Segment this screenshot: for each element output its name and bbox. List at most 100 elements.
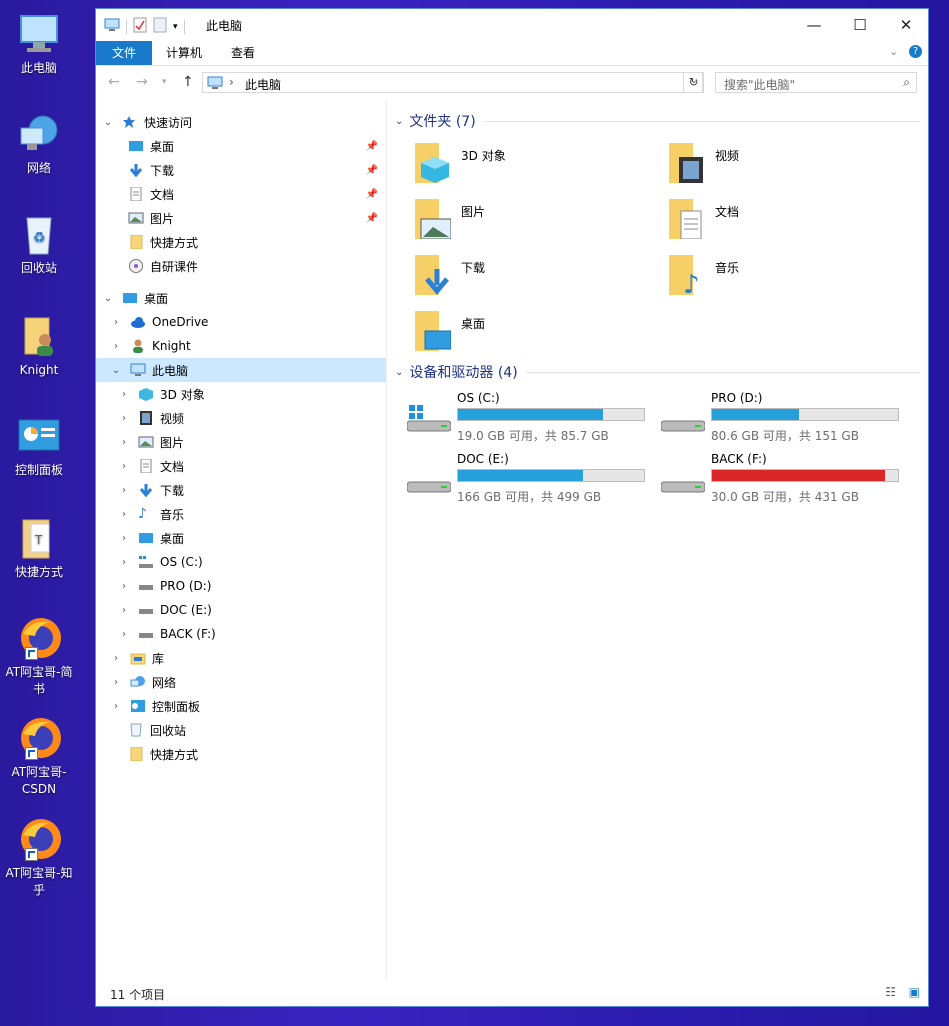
drives-group-header[interactable]: ⌄ 设备和驱动器 (4) — [395, 362, 920, 382]
nav-item-libraries[interactable]: › 库 — [96, 646, 386, 670]
desktop-icon-knight[interactable]: Knight — [0, 312, 78, 379]
nav-item-videos[interactable]: › 视频 — [96, 406, 386, 430]
nav-item-downloads-pinned[interactable]: 下载 📌 — [96, 158, 386, 182]
folder-tile-3d-objects[interactable]: 3D 对象 — [415, 143, 665, 193]
breadcrumb[interactable]: 此电脑 — [245, 76, 281, 93]
nav-item-desktop[interactable]: › 桌面 — [96, 526, 386, 550]
properties-icon[interactable] — [133, 17, 147, 36]
nav-item-recycle-bin[interactable]: 回收站 — [96, 718, 386, 742]
folder-tile-videos[interactable]: 视频 — [669, 143, 919, 193]
nav-item-music[interactable]: › ♪ 音乐 — [96, 502, 386, 526]
new-folder-icon[interactable] — [153, 17, 167, 36]
help-icon[interactable]: ? — [909, 45, 922, 58]
folder-tile-music[interactable]: ♪ 音乐 — [669, 255, 919, 305]
folder-icon — [128, 746, 144, 762]
refresh-button[interactable]: ↻ — [683, 72, 704, 93]
nav-quick-access[interactable]: ⌄ 快速访问 — [96, 110, 386, 134]
details-view-icon[interactable]: ☷ — [885, 985, 896, 999]
expanded-chevron-icon[interactable]: ⌄ — [395, 367, 403, 378]
tab-file[interactable]: 文件 — [96, 41, 152, 65]
nav-item-shortcut[interactable]: 快捷方式 — [96, 230, 386, 254]
desktop-icon-firefox-jianshu[interactable]: AT阿宝哥-简书 — [0, 614, 78, 698]
pin-icon[interactable]: 📌 — [366, 165, 378, 176]
nav-item-desktop-pinned[interactable]: 桌面 📌 — [96, 134, 386, 158]
nav-item-downloads[interactable]: › 下载 — [96, 478, 386, 502]
expanded-chevron-icon[interactable]: ⌄ — [395, 116, 403, 127]
collapsed-chevron-icon[interactable]: › — [118, 437, 130, 448]
collapsed-chevron-icon[interactable]: › — [118, 557, 130, 568]
collapsed-chevron-icon[interactable]: › — [110, 653, 122, 664]
nav-item-drive-e[interactable]: › DOC (E:) — [96, 598, 386, 622]
collapsed-chevron-icon[interactable]: › — [110, 677, 122, 688]
nav-desktop-root[interactable]: ⌄ 桌面 — [96, 286, 386, 310]
nav-item-drive-c[interactable]: › OS (C:) — [96, 550, 386, 574]
nav-item-onedrive[interactable]: › OneDrive — [96, 310, 386, 334]
folder-tile-pictures[interactable]: 图片 — [415, 199, 665, 249]
large-icons-view-icon[interactable]: ▣ — [909, 985, 920, 999]
desktop-icon-firefox-csdn[interactable]: AT阿宝哥-CSDN — [0, 714, 78, 798]
collapsed-chevron-icon[interactable]: › — [118, 389, 130, 400]
nav-label: 库 — [152, 651, 165, 666]
collapsed-chevron-icon[interactable]: › — [118, 605, 130, 616]
drive-tile-e[interactable]: DOC (E:) 166 GB 可用，共 499 GB — [407, 452, 657, 508]
tab-computer[interactable]: 计算机 — [152, 41, 216, 65]
forward-arrow-icon[interactable]: → — [136, 74, 148, 90]
folder-tile-downloads[interactable]: 下载 — [415, 255, 665, 305]
collapsed-chevron-icon[interactable]: › — [118, 629, 130, 640]
pin-icon[interactable]: 📌 — [366, 213, 378, 224]
folder-tile-desktop[interactable]: 桌面 — [415, 311, 665, 361]
nav-item-3d-objects[interactable]: › 3D 对象 — [96, 382, 386, 406]
expand-ribbon-icon[interactable]: ⌄ — [889, 45, 898, 58]
nav-item-pictures-pinned[interactable]: 图片 📌 — [96, 206, 386, 230]
folders-group-header[interactable]: ⌄ 文件夹 (7) — [395, 111, 920, 131]
nav-item-pictures[interactable]: › 图片 — [96, 430, 386, 454]
collapsed-chevron-icon[interactable]: › — [110, 701, 122, 712]
drive-tile-f[interactable]: BACK (F:) 30.0 GB 可用，共 431 GB — [661, 452, 911, 508]
drive-tile-c[interactable]: OS (C:) 19.0 GB 可用，共 85.7 GB — [407, 391, 657, 447]
search-input[interactable]: 搜索"此电脑" ⌕ — [715, 72, 917, 93]
nav-item-network[interactable]: › 网络 — [96, 670, 386, 694]
desktop-icon — [128, 139, 144, 153]
nav-item-drive-f[interactable]: › BACK (F:) — [96, 622, 386, 646]
collapsed-chevron-icon[interactable]: › — [110, 341, 122, 352]
nav-item-course[interactable]: 自研课件 — [96, 254, 386, 278]
collapsed-chevron-icon[interactable]: › — [118, 461, 130, 472]
nav-item-control-panel[interactable]: › 控制面板 — [96, 694, 386, 718]
nav-item-documents-pinned[interactable]: 文档 📌 — [96, 182, 386, 206]
folder-tile-documents[interactable]: 文档 — [669, 199, 919, 249]
pin-icon[interactable]: 📌 — [366, 141, 378, 152]
up-arrow-icon[interactable]: ↑ — [182, 74, 194, 90]
maximize-button[interactable]: ☐ — [837, 9, 883, 41]
pin-icon[interactable]: 📌 — [366, 189, 378, 200]
nav-item-documents[interactable]: › 文档 — [96, 454, 386, 478]
desktop-icon-this-pc[interactable]: 此电脑 — [0, 10, 78, 77]
desktop-icon-firefox-zhihu[interactable]: AT阿宝哥-知乎 — [0, 815, 78, 899]
desktop-icon-shortcut[interactable]: T 快捷方式 — [0, 514, 78, 581]
collapsed-chevron-icon[interactable]: › — [118, 581, 130, 592]
tab-view[interactable]: 查看 — [217, 41, 269, 65]
expanded-chevron-icon[interactable]: ⌄ — [102, 117, 114, 128]
collapsed-chevron-icon[interactable]: › — [118, 509, 130, 520]
desktop-icon-recycle-bin[interactable]: ♻ 回收站 — [0, 210, 78, 277]
nav-item-shortcut-folder[interactable]: 快捷方式 — [96, 742, 386, 766]
desktop-icon-control-panel[interactable]: 控制面板 — [0, 412, 78, 479]
search-icon[interactable]: ⌕ — [903, 75, 910, 90]
nav-item-knight[interactable]: › Knight — [96, 334, 386, 358]
desktop-icon-network[interactable]: 网络 — [0, 110, 78, 177]
minimize-button[interactable]: — — [791, 9, 837, 41]
customize-toolbar-icon[interactable]: ▾ — [173, 22, 178, 32]
recent-locations-icon[interactable]: ▾ — [162, 77, 167, 87]
collapsed-chevron-icon[interactable]: › — [118, 413, 130, 424]
nav-item-drive-d[interactable]: › PRO (D:) — [96, 574, 386, 598]
close-button[interactable]: ✕ — [883, 9, 929, 41]
nav-item-this-pc[interactable]: ⌄ 此电脑 — [96, 358, 386, 382]
expanded-chevron-icon[interactable]: ⌄ — [110, 365, 122, 376]
breadcrumb-chevron-icon[interactable]: › — [229, 75, 234, 89]
address-bar[interactable]: › 此电脑 ⌄ — [202, 72, 703, 93]
collapsed-chevron-icon[interactable]: › — [110, 317, 122, 328]
drive-tile-d[interactable]: PRO (D:) 80.6 GB 可用，共 151 GB — [661, 391, 911, 447]
collapsed-chevron-icon[interactable]: › — [118, 485, 130, 496]
back-arrow-icon[interactable]: ← — [108, 74, 120, 90]
collapsed-chevron-icon[interactable]: › — [118, 533, 130, 544]
expanded-chevron-icon[interactable]: ⌄ — [102, 293, 114, 304]
